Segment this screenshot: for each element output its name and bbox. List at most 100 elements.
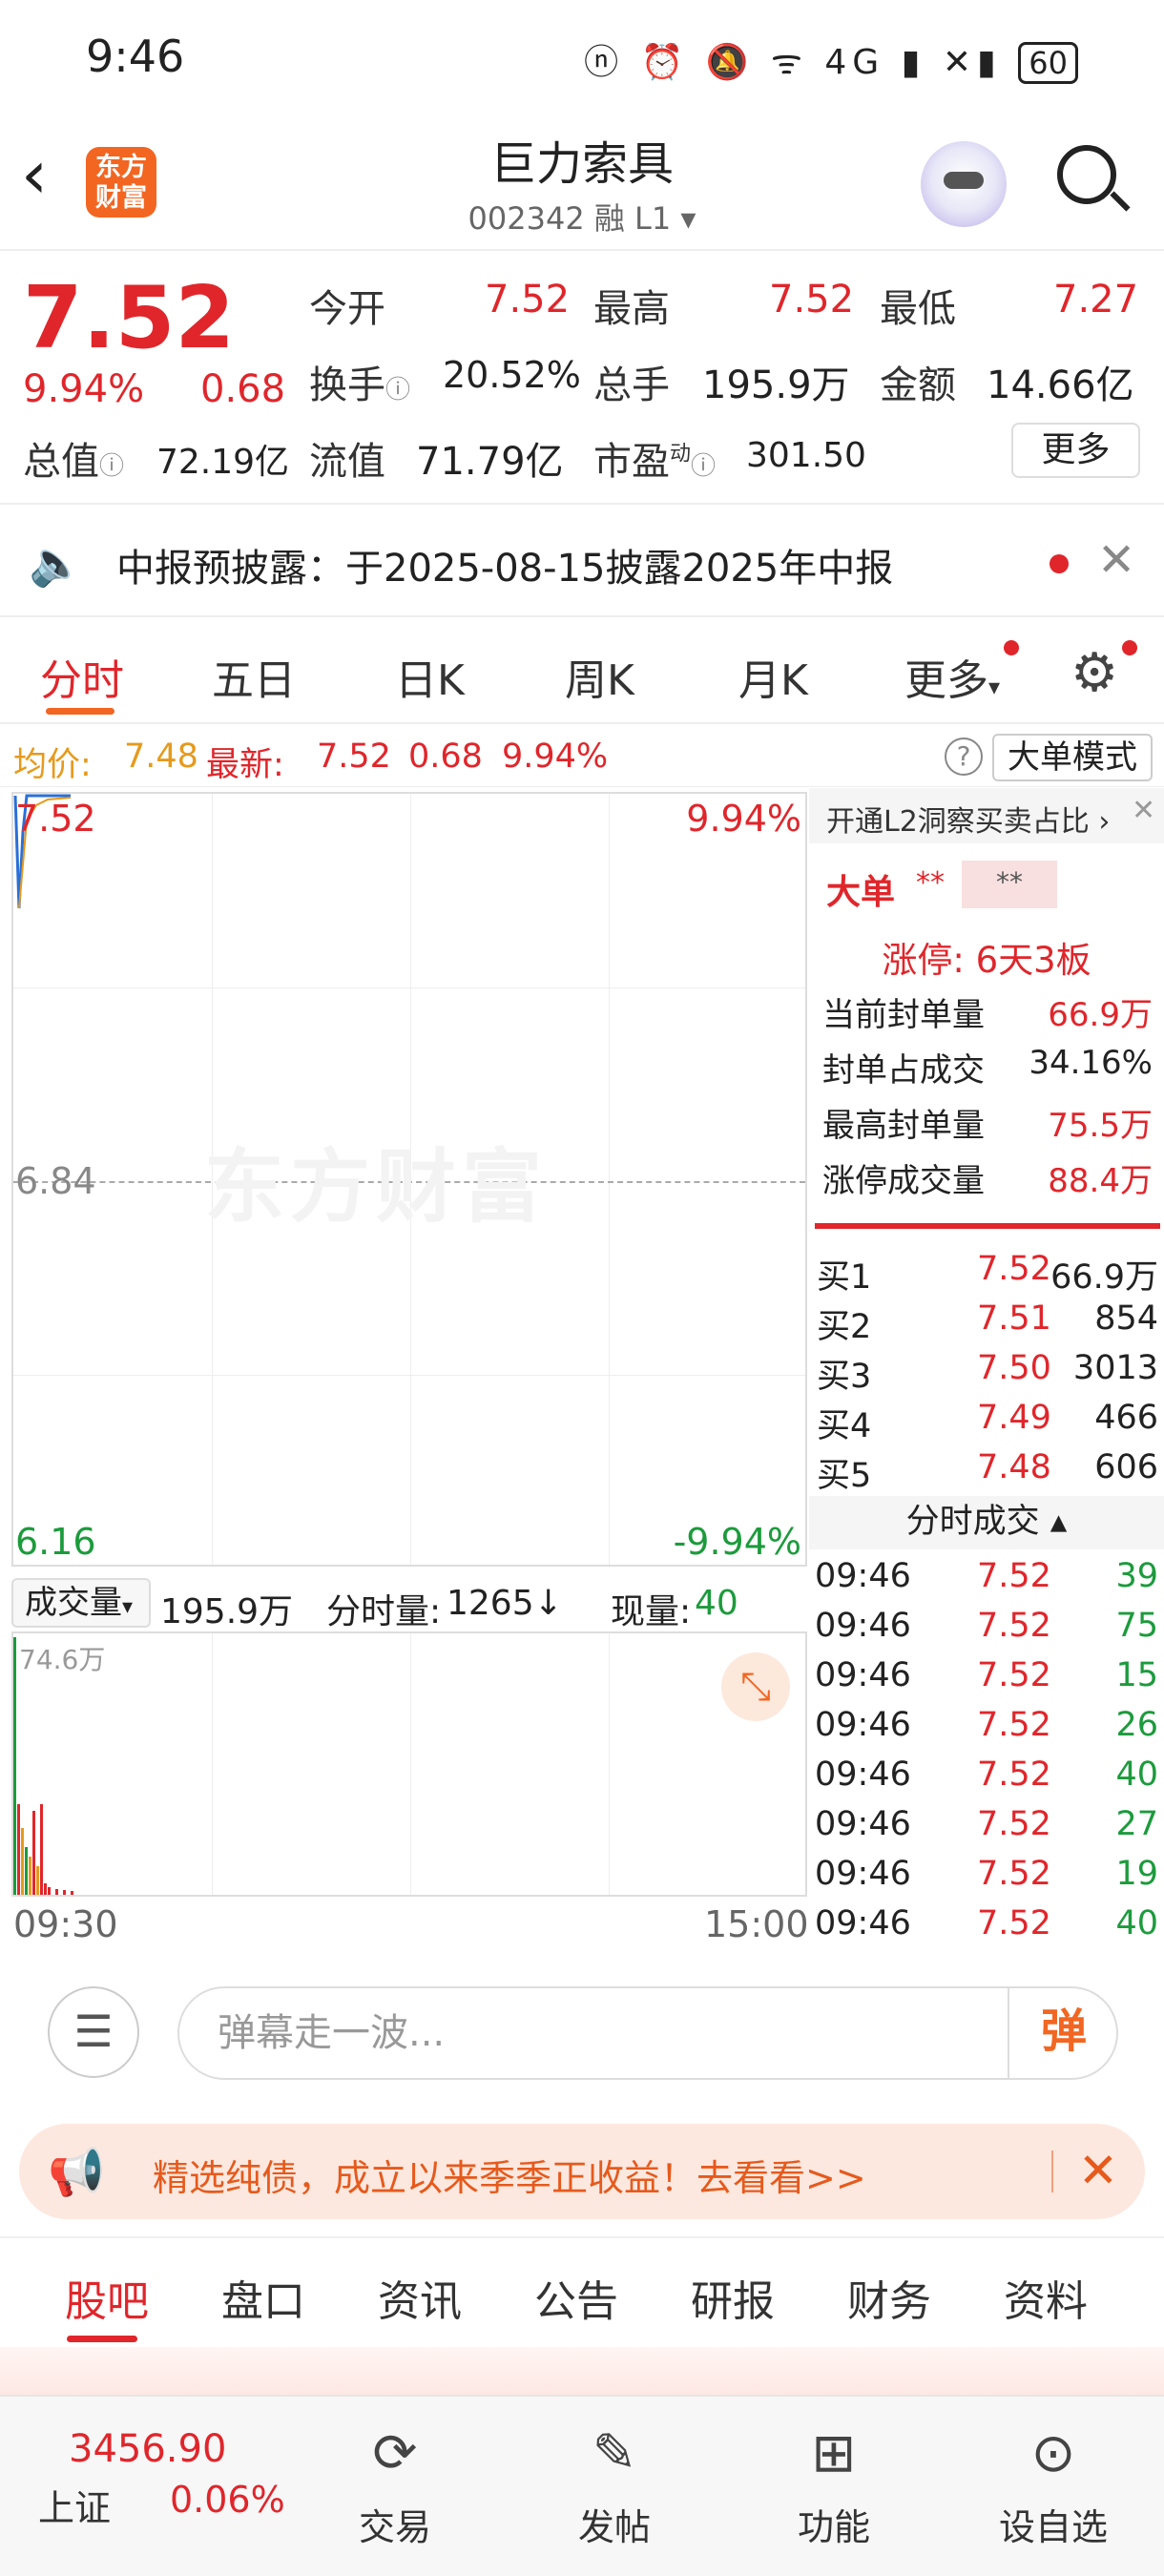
- tick-price: 7.52: [977, 1755, 1051, 1794]
- danmu-bar: ☰ 弹幕走一波... 弹: [0, 1965, 1164, 2099]
- expand-icon[interactable]: ⤡: [721, 1652, 790, 1721]
- quote-panel: 7.52 9.94% 0.68 总值ⓘ 72.19亿 今开 7.52 最高 7.…: [0, 251, 1164, 501]
- tab-forum[interactable]: 股吧: [65, 2267, 149, 2328]
- tick-volume: 26: [1115, 1706, 1158, 1744]
- tab-financials[interactable]: 财务: [847, 2267, 931, 2328]
- info-icon[interactable]: ⓘ: [99, 452, 124, 481]
- stat-key: 最高封单量: [822, 1107, 985, 1145]
- more-quote-button[interactable]: 更多: [1011, 423, 1140, 478]
- order-price: 7.52: [977, 1250, 1051, 1288]
- tab-monthly-k[interactable]: 月K: [738, 646, 808, 707]
- high-label: 最高: [593, 287, 670, 331]
- volume-bar: [17, 1804, 20, 1895]
- l2-upgrade-banner[interactable]: 开通L2洞察买卖占比 › ✕: [809, 788, 1164, 843]
- danmu-settings-icon[interactable]: ☰: [48, 1986, 139, 2078]
- avg-label: 均价:: [13, 746, 92, 784]
- function-icon: ⊞: [811, 2422, 857, 2484]
- volume-max-label: 74.6万: [19, 1644, 106, 1675]
- tab-five-day[interactable]: 五日: [212, 646, 296, 707]
- tick-time: 09:46: [815, 1706, 911, 1744]
- tick-volume: 19: [1115, 1855, 1158, 1893]
- volume-bar: [21, 1828, 24, 1895]
- close-icon[interactable]: ✕: [1078, 2143, 1118, 2198]
- tick-volume: 27: [1115, 1805, 1158, 1843]
- tick-volume: 15: [1115, 1656, 1158, 1694]
- pe-label-text: 市盈: [593, 440, 670, 484]
- order-volume: 66.9万: [1050, 1258, 1158, 1297]
- ad-banner[interactable]: 📢 精选纯债，成立以来季季正收益！去看看>> ✕: [19, 2124, 1145, 2219]
- danmu-send-button[interactable]: 弹: [1008, 1986, 1118, 2080]
- top-percent-label: 9.94%: [686, 798, 801, 840]
- nav-add-watchlist[interactable]: ⊙ 设自选: [977, 2416, 1130, 2550]
- minute-volume-value: 1265↓: [447, 1584, 563, 1623]
- tab-order-book[interactable]: 盘口: [221, 2267, 305, 2328]
- danmu-input[interactable]: 弹幕走一波...: [177, 1986, 1118, 2080]
- tab-intraday[interactable]: 分时: [40, 646, 124, 707]
- volume-indicator-select[interactable]: 成交量▾: [11, 1578, 151, 1628]
- tick-volume: 40: [1115, 1755, 1158, 1794]
- low-label: 最低: [880, 287, 956, 331]
- close-icon[interactable]: ✕: [1132, 794, 1155, 827]
- nav-post[interactable]: ✎ 发帖: [538, 2416, 691, 2550]
- divider: [1051, 2150, 1053, 2192]
- order-volume: 466: [1094, 1399, 1158, 1437]
- volume-bar: [29, 1857, 31, 1895]
- nav-trade[interactable]: ⟳ 交易: [319, 2416, 471, 2550]
- stat-value: 88.4万: [1048, 1162, 1153, 1200]
- big-order-label: 大单: [826, 873, 896, 912]
- time-start-label: 09:30: [13, 1903, 118, 1945]
- l2-banner-text: 开通L2洞察买卖占比 ›: [826, 805, 1111, 839]
- market-cap-label: 总值ⓘ: [23, 430, 124, 486]
- volume-bar: [13, 1637, 16, 1895]
- gear-icon[interactable]: ⚙: [1070, 642, 1118, 704]
- big-order-mode-button[interactable]: 大单模式: [992, 734, 1153, 781]
- tick-trades-header[interactable]: 分时成交 ▴: [809, 1496, 1164, 1549]
- stat-value: 34.16%: [1029, 1044, 1153, 1082]
- settings-badge: [1122, 640, 1137, 655]
- order-price: 7.50: [977, 1349, 1051, 1387]
- tick-price: 7.52: [977, 1706, 1051, 1744]
- time-end-label: 15:00: [704, 1903, 809, 1945]
- notice-banner[interactable]: 🔈 中报预披露：于2025-08-15披露2025年中报 ✕: [0, 503, 1164, 617]
- help-icon[interactable]: ?: [945, 737, 983, 776]
- nav-function[interactable]: ⊞ 功能: [758, 2416, 910, 2550]
- top-price-label: 7.52: [15, 798, 96, 840]
- volume-total: 195.9万: [160, 1592, 294, 1631]
- tab-weekly-k[interactable]: 周K: [565, 646, 634, 707]
- tick-volume: 75: [1115, 1607, 1158, 1645]
- tab-news[interactable]: 资讯: [378, 2267, 462, 2328]
- tab-profile[interactable]: 资料: [1004, 2267, 1088, 2328]
- tick-volume: 39: [1115, 1557, 1158, 1595]
- order-level: 买2: [817, 1308, 872, 1346]
- order-price: 7.49: [977, 1399, 1051, 1437]
- tick-time: 09:46: [815, 1557, 911, 1595]
- assistant-robot-icon[interactable]: [921, 141, 1007, 227]
- search-icon[interactable]: [1057, 145, 1116, 204]
- content-preview: [0, 2347, 1164, 2395]
- bottom-price-label: 6.16: [15, 1521, 96, 1563]
- info-icon[interactable]: ⓘ: [691, 452, 716, 481]
- float-value: 71.79亿: [416, 440, 564, 484]
- tick-time: 09:46: [815, 1607, 911, 1645]
- intraday-chart[interactable]: 东方财富 7.52 9.94% 6.84 6.16 -9.94%: [11, 792, 807, 1567]
- volume-chart[interactable]: 74.6万 ⤡: [11, 1631, 807, 1897]
- latest-value: 7.52: [317, 737, 391, 776]
- change-value: 0.68: [200, 367, 286, 411]
- tab-research[interactable]: 研报: [691, 2267, 775, 2328]
- ad-text[interactable]: 精选纯债，成立以来季季正收益！去看看>>: [153, 2149, 866, 2201]
- trade-icon: ⟳: [372, 2422, 418, 2484]
- info-icon[interactable]: ⓘ: [385, 376, 410, 405]
- chevron-down-icon: ▾: [122, 1595, 134, 1619]
- volume-bar: [55, 1889, 58, 1895]
- bottom-nav: 3456.90 上证 0.06% ⟳ 交易 ✎ 发帖 ⊞ 功能 ⊙ 设自选: [0, 2395, 1164, 2576]
- tick-price: 7.52: [977, 1656, 1051, 1694]
- tab-announcements[interactable]: 公告: [534, 2267, 618, 2328]
- notice-text[interactable]: 中报预披露：于2025-08-15披露2025年中报: [116, 537, 893, 592]
- tab-more[interactable]: 更多▾: [904, 646, 1000, 707]
- order-volume: 3013: [1072, 1349, 1158, 1387]
- turnover-label: 换手ⓘ: [309, 354, 410, 409]
- tab-daily-k[interactable]: 日K: [395, 646, 465, 707]
- close-icon[interactable]: ✕: [1097, 533, 1135, 587]
- tick-price: 7.52: [977, 1805, 1051, 1843]
- float-label: 流值: [309, 440, 385, 484]
